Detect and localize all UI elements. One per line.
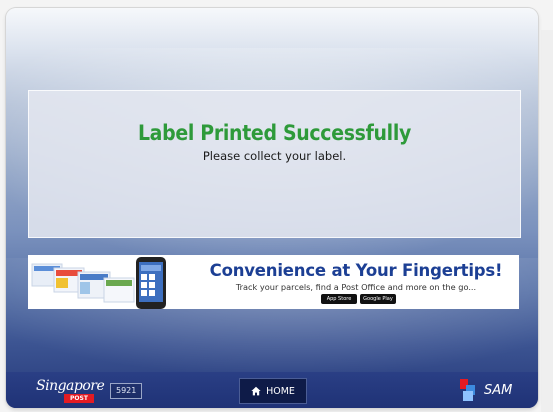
success-subtitle: Please collect your label. (202, 149, 347, 163)
right-edge-strip (541, 30, 553, 412)
devices-illustration (31, 257, 166, 309)
home-button[interactable]: HOME (239, 378, 307, 404)
app-store-badge[interactable]: App Store (321, 294, 357, 304)
footer-bar: Singapore POST 5921 HOME SAM (6, 372, 538, 408)
google-play-badge[interactable]: Google Play (360, 294, 396, 304)
sam-logo-text: SAM (484, 383, 513, 398)
banner-title: Convenience at Your Fingertips! (209, 261, 503, 280)
message-panel: Label Printed Successfully Please collec… (28, 90, 521, 238)
sam-logo: SAM (458, 376, 528, 404)
home-icon (251, 386, 261, 396)
kiosk-id-badge: 5921 (110, 383, 143, 399)
kiosk-screen: Label Printed Successfully Please collec… (6, 8, 538, 408)
home-button-label: HOME (266, 385, 295, 397)
singpost-logo-script: Singapore (36, 378, 105, 394)
sam-logo-icon (460, 379, 475, 401)
success-title: Label Printed Successfully (137, 121, 412, 145)
banner-subtitle: Track your parcels, find a Post Office a… (235, 282, 477, 292)
store-badges: App Store Google Play (321, 294, 396, 304)
app-promo-banner[interactable]: Convenience at Your Fingertips! Track yo… (28, 255, 519, 309)
singpost-logo: Singapore POST (36, 378, 106, 404)
singpost-logo-post: POST (64, 394, 94, 403)
